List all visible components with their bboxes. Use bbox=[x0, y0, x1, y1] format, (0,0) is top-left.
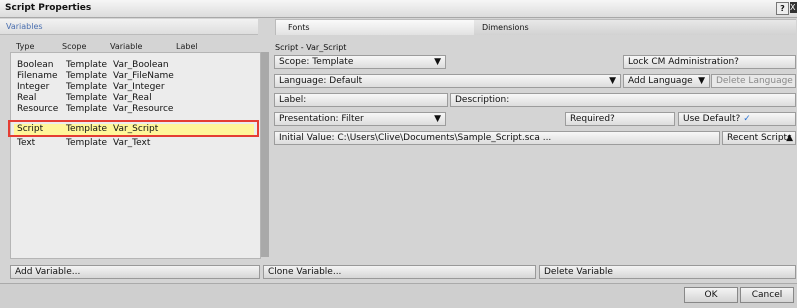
ok-button[interactable]: OK bbox=[684, 287, 738, 303]
variables-list[interactable]: Boolean Template Var_Boolean Filename Te… bbox=[10, 52, 261, 259]
variable-scope: Template bbox=[66, 93, 108, 103]
add-language-label: Add Language bbox=[628, 76, 693, 86]
chevron-up-icon: ▲ bbox=[786, 133, 793, 143]
variable-name: Var_Boolean bbox=[113, 60, 169, 70]
variable-type: Filename bbox=[17, 71, 58, 81]
variable-scope: Template bbox=[66, 71, 108, 81]
required-checkbox[interactable]: Required? bbox=[565, 112, 675, 126]
variable-name: Var_FileName bbox=[113, 71, 174, 81]
label-field[interactable]: Label: bbox=[274, 93, 448, 107]
tab-variables-label: Variables bbox=[6, 22, 43, 31]
variable-name: Var_Text bbox=[113, 138, 151, 148]
title-bar: Script Properties ? X bbox=[0, 0, 797, 18]
use-default-checkbox[interactable]: Use Default? ✓ bbox=[678, 112, 796, 126]
tab-variables[interactable]: Variables bbox=[0, 19, 258, 35]
chevron-down-icon: ▼ bbox=[609, 76, 616, 86]
checkmark-icon: ✓ bbox=[743, 114, 751, 124]
tab-dimensions[interactable]: Dimensions bbox=[474, 19, 796, 35]
list-item[interactable]: Resource Template Var_Resource bbox=[14, 104, 254, 115]
list-item[interactable]: Boolean Template Var_Boolean bbox=[14, 60, 254, 71]
presentation-label: Presentation: Filter bbox=[279, 114, 364, 124]
delete-language-label: Delete Language bbox=[716, 76, 793, 86]
lock-cm-label: Lock CM Administration? bbox=[628, 57, 739, 67]
clone-variable-button[interactable]: Clone Variable... bbox=[263, 265, 536, 279]
variable-scope: Template bbox=[66, 104, 108, 114]
tab-fonts-label: Fonts bbox=[288, 23, 310, 32]
list-item[interactable]: Text Template Var_Text bbox=[14, 138, 254, 149]
variable-scope: Template bbox=[66, 82, 108, 92]
add-variable-label: Add Variable... bbox=[15, 267, 81, 277]
variable-type: Integer bbox=[17, 82, 50, 92]
language-dropdown[interactable]: Language: Default ▼ bbox=[274, 74, 621, 88]
list-item[interactable]: Filename Template Var_FileName bbox=[14, 71, 254, 82]
variable-scope: Template bbox=[66, 60, 108, 70]
variable-name: Var_Real bbox=[113, 93, 152, 103]
initial-value-field[interactable]: Initial Value: C:\Users\Clive\Documents\… bbox=[274, 131, 720, 145]
scope-label: Scope: Template bbox=[279, 57, 354, 67]
cancel-button[interactable]: Cancel bbox=[740, 287, 794, 303]
column-header-variable[interactable]: Variable bbox=[110, 42, 142, 51]
delete-variable-button[interactable]: Delete Variable bbox=[539, 265, 796, 279]
variable-name: Var_Integer bbox=[113, 82, 165, 92]
properties-header: Script - Var_Script bbox=[275, 43, 347, 52]
window-title: Script Properties bbox=[5, 3, 92, 13]
required-label: Required? bbox=[570, 114, 615, 124]
add-variable-button[interactable]: Add Variable... bbox=[10, 265, 260, 279]
list-item[interactable]: Real Template Var_Real bbox=[14, 93, 254, 104]
variable-type: Resource bbox=[17, 104, 59, 114]
description-field-label: Description: bbox=[455, 95, 510, 105]
cancel-label: Cancel bbox=[751, 290, 783, 300]
vertical-scrollbar[interactable] bbox=[261, 52, 269, 257]
footer-bar bbox=[0, 283, 797, 308]
variable-type: Real bbox=[17, 93, 37, 103]
ok-label: OK bbox=[704, 290, 718, 300]
column-header-scope[interactable]: Scope bbox=[62, 42, 86, 51]
recent-scripts-button[interactable]: Recent Scripts ▲ bbox=[722, 131, 796, 145]
column-header-type[interactable]: Type bbox=[16, 42, 34, 51]
chevron-down-icon: ▼ bbox=[434, 57, 441, 67]
variable-name: Var_Resource bbox=[113, 104, 174, 114]
column-header-label[interactable]: Label bbox=[176, 42, 198, 51]
presentation-dropdown[interactable]: Presentation: Filter ▼ bbox=[274, 112, 446, 126]
tab-fonts[interactable]: Fonts bbox=[275, 19, 477, 35]
variable-type: Text bbox=[17, 138, 36, 148]
close-icon[interactable]: X bbox=[790, 2, 797, 13]
help-icon[interactable]: ? bbox=[776, 2, 789, 15]
chevron-down-icon: ▼ bbox=[434, 114, 441, 124]
initial-value-label: Initial Value: C:\Users\Clive\Documents\… bbox=[279, 133, 552, 143]
scope-dropdown[interactable]: Scope: Template ▼ bbox=[274, 55, 446, 69]
selection-highlight bbox=[8, 120, 259, 137]
delete-language-button[interactable]: Delete Language bbox=[711, 74, 796, 88]
variable-scope: Template bbox=[66, 138, 108, 148]
add-language-button[interactable]: Add Language ▼ bbox=[623, 74, 710, 88]
description-field[interactable]: Description: bbox=[450, 93, 796, 107]
lock-cm-checkbox[interactable]: Lock CM Administration? bbox=[623, 55, 796, 69]
chevron-down-icon: ▼ bbox=[698, 76, 705, 86]
label-field-label: Label: bbox=[279, 95, 307, 105]
recent-scripts-label: Recent Scripts bbox=[727, 133, 792, 143]
list-item[interactable]: Integer Template Var_Integer bbox=[14, 82, 254, 93]
language-label: Language: Default bbox=[279, 76, 363, 86]
delete-variable-label: Delete Variable bbox=[544, 267, 613, 277]
clone-variable-label: Clone Variable... bbox=[268, 267, 342, 277]
use-default-label: Use Default? bbox=[683, 114, 741, 124]
tab-dimensions-label: Dimensions bbox=[482, 23, 529, 32]
variable-type: Boolean bbox=[17, 60, 54, 70]
